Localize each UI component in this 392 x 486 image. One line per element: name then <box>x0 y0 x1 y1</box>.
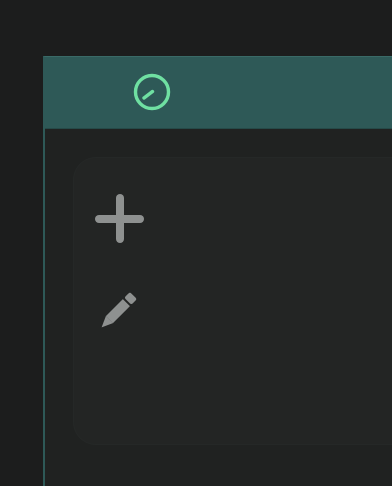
screen <box>0 0 392 486</box>
tool-panel <box>74 158 392 444</box>
app-window <box>43 56 392 486</box>
gauge-icon[interactable] <box>132 72 172 112</box>
plus-icon <box>95 194 144 243</box>
pencil-icon <box>101 292 137 328</box>
edit-button[interactable] <box>92 281 148 337</box>
add-button[interactable] <box>92 191 148 247</box>
title-bar <box>45 57 392 129</box>
